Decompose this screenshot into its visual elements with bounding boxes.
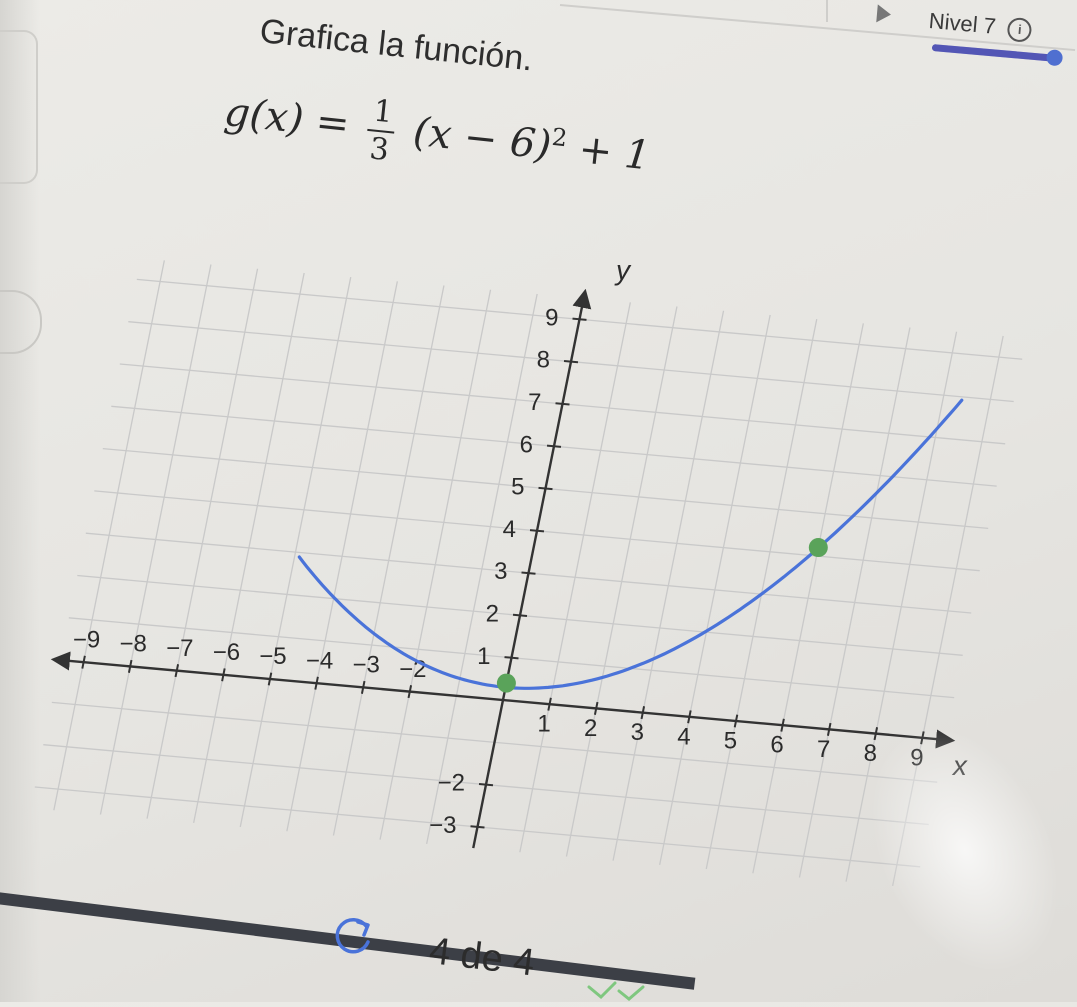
y-tick bbox=[572, 317, 587, 321]
x-tick bbox=[547, 697, 552, 711]
check-icon bbox=[587, 981, 645, 1001]
x-tick-label: −5 bbox=[259, 643, 286, 670]
x-tick bbox=[267, 672, 273, 686]
x-tick bbox=[360, 680, 366, 694]
coordinate-plane[interactable]: −9 −8 −7 −6 −5 −4 −3 −21 2 3 4 5 6 7 8 9−3−2123456789xy bbox=[0, 0, 1077, 1002]
x-tick bbox=[127, 659, 133, 673]
x-tick-label: −9 bbox=[73, 626, 100, 653]
x-tick bbox=[873, 727, 879, 741]
graph-control-point[interactable] bbox=[808, 538, 828, 558]
graph-area[interactable]: −9 −8 −7 −6 −5 −4 −3 −2 1 2 3 4 5 6 7 8 9 −3 −2 1 2 3 4 5 6 7 8 9 x y bbox=[0, 0, 1077, 1002]
y-tick-label: 8 bbox=[537, 347, 550, 374]
y-tick-label: 2 bbox=[486, 601, 499, 628]
y-tick-label: 4 bbox=[503, 516, 516, 543]
x-tick-label: 9 bbox=[910, 744, 923, 771]
x-tick bbox=[687, 710, 692, 724]
reset-icon[interactable] bbox=[328, 912, 376, 960]
x-tick-label: −6 bbox=[213, 639, 240, 666]
x-tick-label: 8 bbox=[864, 740, 877, 767]
y-tick-label: −2 bbox=[438, 770, 465, 797]
x-tick-label: 2 bbox=[584, 715, 597, 742]
x-tick bbox=[593, 701, 599, 715]
y-tick bbox=[512, 613, 528, 618]
x-tick bbox=[733, 714, 739, 728]
y-tick bbox=[478, 782, 494, 787]
x-tick bbox=[174, 664, 180, 678]
x-tick bbox=[314, 676, 319, 690]
x-tick-label: 7 bbox=[817, 736, 830, 763]
y-tick bbox=[538, 486, 553, 491]
x-tick-label: −7 bbox=[166, 635, 193, 662]
y-tick-label: 9 bbox=[545, 304, 558, 331]
x-tick bbox=[780, 718, 785, 732]
y-tick bbox=[529, 529, 545, 533]
y-tick-label: 3 bbox=[494, 558, 507, 585]
x-tick-label: −4 bbox=[306, 647, 333, 674]
x-tick bbox=[81, 655, 86, 669]
y-tick-label: 1 bbox=[477, 643, 490, 670]
x-tick-label: 5 bbox=[724, 727, 737, 754]
x-tick bbox=[221, 668, 226, 682]
y-tick bbox=[546, 444, 562, 448]
x-tick-label: 6 bbox=[770, 732, 783, 759]
x-tick bbox=[407, 685, 413, 699]
y-tick bbox=[504, 656, 519, 660]
y-tick bbox=[555, 402, 570, 406]
x-tick-label: 1 bbox=[537, 711, 550, 738]
x-axis-label: x bbox=[951, 750, 968, 781]
y-tick bbox=[563, 359, 579, 364]
x-tick-label: −8 bbox=[119, 631, 146, 658]
x-tick-label: 4 bbox=[677, 723, 690, 750]
x-tick-label: 3 bbox=[631, 719, 644, 746]
x-tick bbox=[920, 731, 925, 745]
graph-control-point[interactable] bbox=[496, 673, 516, 693]
x-tick bbox=[826, 722, 832, 736]
y-tick-label: 5 bbox=[511, 474, 524, 501]
x-tick-label: −3 bbox=[352, 652, 379, 679]
y-tick bbox=[521, 571, 536, 575]
x-tick bbox=[640, 706, 646, 720]
y-tick-label: −3 bbox=[429, 812, 456, 839]
y-tick bbox=[470, 825, 485, 829]
y-tick-label: 7 bbox=[528, 389, 541, 416]
y-tick-label: 6 bbox=[520, 431, 533, 458]
y-axis-label: y bbox=[614, 255, 632, 286]
function-curve[interactable] bbox=[297, 398, 964, 690]
